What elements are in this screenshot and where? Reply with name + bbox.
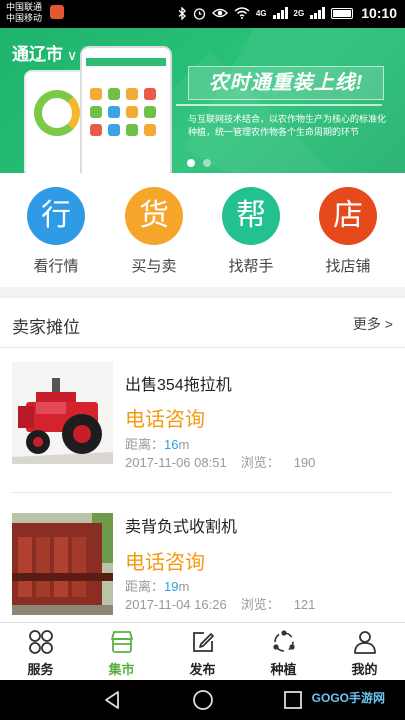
carousel-dot[interactable] <box>203 159 211 167</box>
tab-market[interactable]: 集市 <box>81 623 162 680</box>
phone-mockup-front <box>80 46 172 173</box>
section-header: 卖家摊位 更多 > <box>0 298 405 348</box>
category-find-store[interactable]: 店 找店铺 <box>308 187 388 276</box>
listing-distance: 距离：16m <box>125 434 189 453</box>
category-buy-sell[interactable]: 货 买与卖 <box>114 187 194 276</box>
signal-icon-2 <box>310 7 326 19</box>
listing-meta: 2017-11-06 08:51 浏览： 190 <box>125 452 315 471</box>
views-label: 浏览： <box>240 455 280 470</box>
listing-views: 浏览： 121 <box>241 597 316 612</box>
store-icon: 店 <box>319 187 377 245</box>
distance-label: 距离： <box>125 437 165 452</box>
tab-planting[interactable]: 种植 <box>243 623 324 680</box>
system-nav-bar: GOGO手游网 <box>0 680 405 720</box>
slogan-underline <box>176 104 382 106</box>
tab-label: 集市 <box>108 662 135 677</box>
category-market-prices[interactable]: 行 看行情 <box>16 187 96 276</box>
listing-title: 出售354拖拉机 <box>125 377 232 394</box>
promo-banner[interactable]: 通辽市 ∨ 农时通重装上线! 与互联网技术结合，以农作物生产为核心的标准化种植，统… <box>0 28 405 173</box>
listing-title: 卖背负式收割机 <box>125 519 238 536</box>
distance-unit: m <box>178 579 190 594</box>
tab-services[interactable]: 服务 <box>0 623 81 680</box>
bluetooth-icon <box>178 6 186 20</box>
cycle-icon <box>272 630 295 652</box>
category-label: 找帮手 <box>228 258 274 275</box>
watermark-logo: GOGO手游网 <box>311 691 385 705</box>
edit-icon <box>192 632 214 652</box>
distance-unit: m <box>178 437 190 452</box>
network-type-2: 2G <box>293 8 305 18</box>
grid-icon <box>28 630 53 654</box>
harvester-image <box>12 513 113 615</box>
phone-consult-link[interactable]: 电话咨询 <box>125 403 205 432</box>
tab-label: 服务 <box>27 662 54 677</box>
bottom-tab-bar: 服务 集市 发布 种植 我的 <box>0 622 405 680</box>
category-label: 买与卖 <box>131 258 177 275</box>
user-icon <box>353 631 376 654</box>
mockup-app-tiles <box>90 88 162 136</box>
tractor-image <box>12 362 113 464</box>
section-title: 卖家摊位 <box>12 318 80 337</box>
more-link[interactable]: 更多 > <box>353 314 393 334</box>
views-label: 浏览： <box>240 597 280 612</box>
category-label: 看行情 <box>33 258 79 275</box>
distance-label: 距离： <box>125 579 165 594</box>
battery-icon <box>331 7 354 19</box>
app-notification-icon <box>50 5 64 19</box>
tab-label: 发布 <box>189 662 216 677</box>
help-icon: 帮 <box>222 187 280 245</box>
listing-date: 2017-11-06 08:51 <box>125 455 227 470</box>
distance-value: 16 <box>164 437 179 452</box>
views-count: 190 <box>293 455 316 470</box>
tab-label: 种植 <box>270 662 297 677</box>
market-prices-icon: 行 <box>27 187 85 245</box>
wifi-icon <box>234 7 250 19</box>
phone-consult-link[interactable]: 电话咨询 <box>125 546 205 575</box>
tab-post[interactable]: 发布 <box>162 623 243 680</box>
views-count: 121 <box>293 597 316 612</box>
tab-profile[interactable]: 我的 <box>324 623 405 680</box>
back-icon[interactable] <box>102 690 122 710</box>
donut-chart-graphic <box>34 90 80 136</box>
status-icons: 4G 2G 10:10 <box>178 5 397 21</box>
carrier-1: 中国联通 <box>6 2 43 12</box>
category-row: 行 看行情 货 买与卖 帮 找帮手 店 找店铺 <box>0 173 405 287</box>
network-type-1: 4G <box>255 8 267 18</box>
store-icon <box>110 631 133 653</box>
listing-item[interactable]: 出售354拖拉机 电话咨询 距离：16m 2017-11-06 08:51 浏览：… <box>0 350 405 500</box>
tab-label: 我的 <box>351 662 378 677</box>
signal-icon <box>272 7 288 19</box>
goods-icon: 货 <box>125 187 183 245</box>
city-name: 通辽市 <box>12 45 63 64</box>
status-bar: 中国联通 中国移动 4G 2G 10:10 <box>0 0 405 28</box>
home-icon[interactable] <box>192 689 214 711</box>
eye-icon <box>211 8 228 18</box>
mockup-header-bar <box>86 58 166 66</box>
listing-views: 浏览： 190 <box>241 455 316 470</box>
carrier-2: 中国移动 <box>6 13 43 23</box>
section-spacer <box>0 287 405 298</box>
distance-value: 19 <box>164 579 179 594</box>
recents-icon[interactable] <box>284 691 302 709</box>
banner-slogan: 农时通重装上线! <box>188 66 384 100</box>
phone-mockup-back <box>24 70 86 173</box>
listing-date: 2017-11-04 16:26 <box>125 597 227 612</box>
chevron-down-icon: ∨ <box>67 47 78 63</box>
listing-meta: 2017-11-04 16:26 浏览： 121 <box>125 594 315 613</box>
listing-distance: 距离：19m <box>125 576 189 595</box>
city-selector[interactable]: 通辽市 ∨ <box>12 40 77 65</box>
carousel-indicator <box>187 159 211 167</box>
carrier-info: 中国联通 中国移动 <box>6 2 42 24</box>
banner-description: 与互联网技术结合，以农作物生产为核心的标准化种植，统一管理农作物各个生命周期的环… <box>188 114 387 137</box>
divider <box>12 492 393 493</box>
alarm-icon <box>193 7 205 20</box>
carousel-dot-active[interactable] <box>187 159 195 167</box>
category-label: 找店铺 <box>325 258 371 275</box>
seller-stalls-section: 卖家摊位 更多 > 出售354拖拉机 电话咨询 距离：16m 2017-11-0… <box>0 298 405 622</box>
clock: 10:10 <box>361 5 397 21</box>
category-find-helper[interactable]: 帮 找帮手 <box>211 187 291 276</box>
